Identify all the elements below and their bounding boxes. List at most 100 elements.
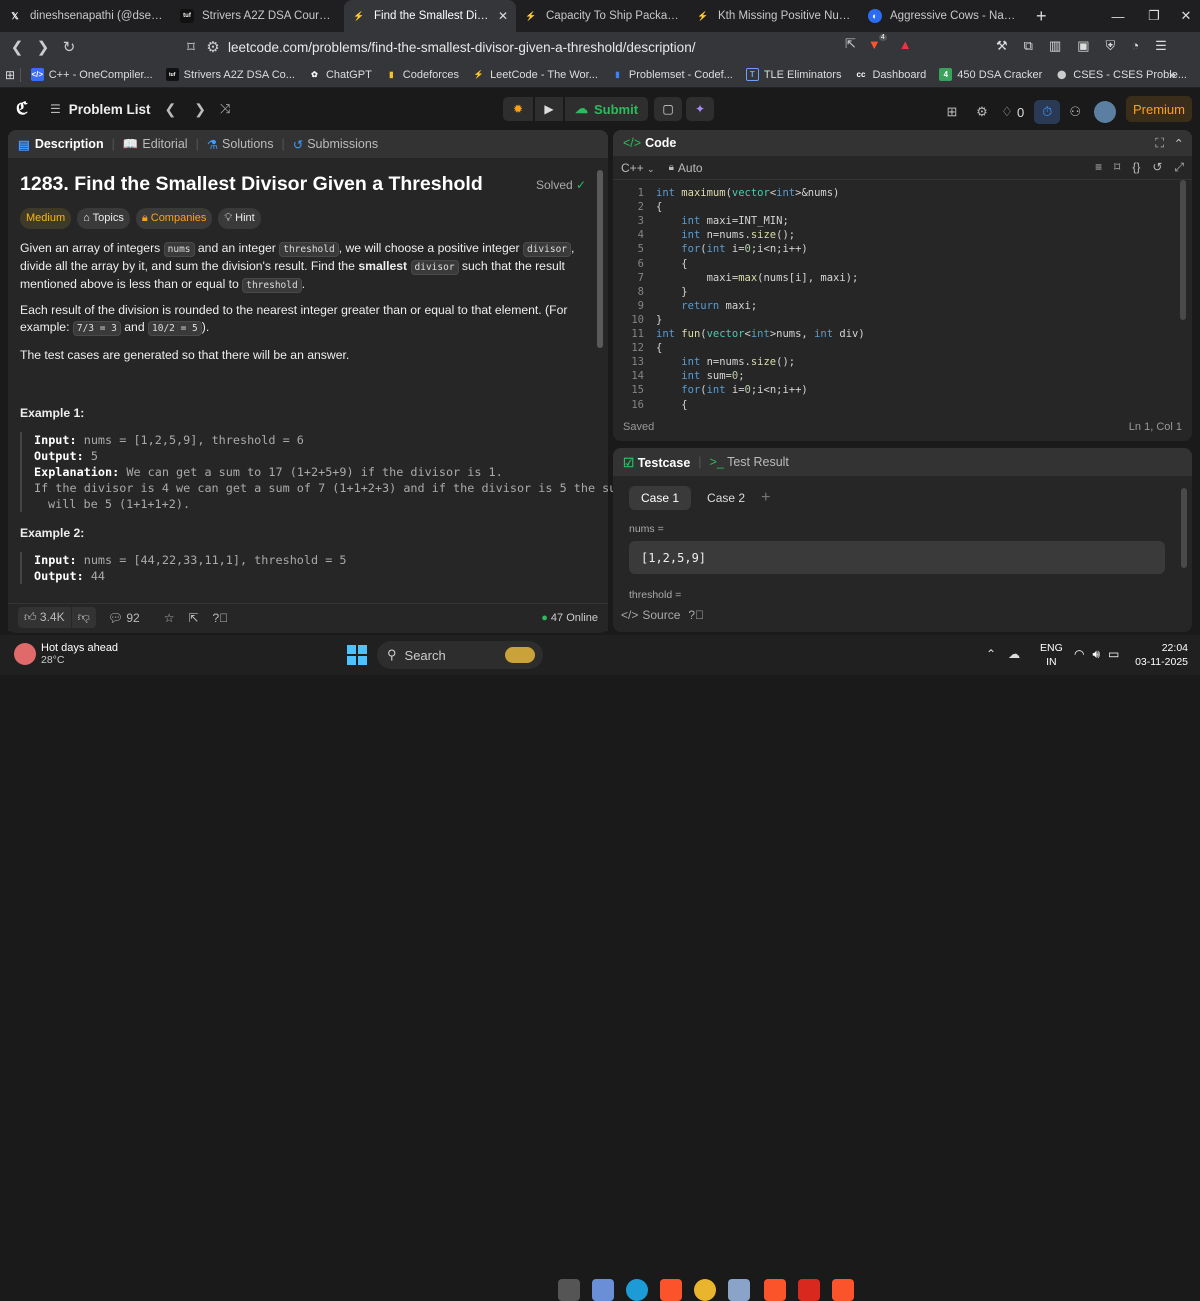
bookmark-7[interactable]: T TLE Eliminators	[745, 68, 841, 81]
case-1-tab[interactable]: Case 1	[629, 486, 692, 510]
next-problem-icon[interactable]: ❯	[194, 101, 206, 118]
code-line[interactable]: 8 }	[616, 285, 688, 299]
code-line[interactable]: 6 {	[616, 257, 688, 271]
language-select[interactable]: C++ ⌄	[621, 161, 655, 175]
minimize-icon[interactable]: —	[1100, 9, 1136, 24]
sidebar-icon[interactable]: ▥	[1049, 38, 1061, 54]
screenshot-icon[interactable]: ⧉	[1024, 38, 1033, 54]
browser-tab-4[interactable]: ⚡ Capacity To Ship Packages With	[516, 0, 688, 32]
dislike-button[interactable]: 👎︎	[71, 607, 96, 628]
weather-widget[interactable]: Hot days ahead 28°C	[14, 642, 118, 666]
back-icon[interactable]: ❮	[4, 38, 30, 56]
vpn-icon[interactable]: ⛨	[1106, 38, 1116, 54]
tab-editorial[interactable]: 📖 Editorial	[123, 137, 188, 152]
bookmark-6[interactable]: ▮ Problemset - Codef...	[611, 68, 733, 81]
leetcode-logo-icon[interactable]: ℭ	[16, 99, 28, 119]
code-line[interactable]: 10}	[616, 313, 662, 327]
timer-icon[interactable]: ⏱	[1034, 100, 1061, 124]
editor-scrollbar[interactable]	[1180, 180, 1186, 320]
browser-tab-6[interactable]: ◐ Aggressive Cows - Naukri Code	[860, 0, 1028, 32]
more-bookmarks-icon[interactable]: »	[1169, 67, 1176, 82]
code-line[interactable]: 15 for(int i=0;i<n;i++)	[616, 383, 807, 397]
bookmark-1[interactable]: </> C++ - OneCompiler...	[30, 68, 153, 81]
new-tab-button[interactable]: +	[1036, 6, 1047, 27]
share-icon[interactable]: ⇱	[188, 611, 198, 625]
leo-icon[interactable]: ◔	[1131, 38, 1139, 54]
like-button[interactable]: 👍︎ 3.4K	[18, 607, 71, 628]
forward-icon[interactable]: ❯	[30, 38, 56, 56]
debug-icon[interactable]: ✹	[503, 97, 533, 121]
bookmark-8[interactable]: cc Dashboard	[854, 68, 927, 81]
tab-submissions[interactable]: ↺ Submissions	[293, 137, 378, 152]
site-info-icon[interactable]: ⚙	[200, 38, 226, 56]
browser-tab-5[interactable]: ⚡ Kth Missing Positive Number - L	[688, 0, 860, 32]
reset-icon[interactable]: ↺	[1152, 160, 1162, 175]
reload-icon[interactable]: ↻	[56, 38, 82, 56]
extensions-icon[interactable]: ⚒	[996, 38, 1008, 54]
mode-label[interactable]: Auto	[678, 161, 703, 175]
volume-icon[interactable]: 🔊︎	[1092, 647, 1100, 662]
code-line[interactable]: 9 return maxi;	[616, 299, 758, 313]
add-case-icon[interactable]: +	[761, 489, 770, 507]
code-line[interactable]: 13 int n=nums.size();	[616, 355, 795, 369]
brave-icon[interactable]	[660, 1279, 682, 1301]
browser-tab-2[interactable]: tuf Strivers A2Z DSA Course/Sheet	[172, 0, 344, 32]
add-friend-icon[interactable]: ⚇	[1060, 104, 1090, 120]
topics-chip[interactable]: ⌂ Topics	[77, 208, 130, 229]
companies-chip[interactable]: 🔒︎ Companies	[135, 208, 213, 229]
layout-icon[interactable]: ⊞	[937, 104, 967, 120]
difficulty-badge[interactable]: Medium	[20, 208, 72, 229]
store-icon[interactable]	[592, 1279, 614, 1301]
description-scrollbar[interactable]	[597, 170, 603, 348]
format-icon[interactable]: ≡	[1095, 160, 1102, 175]
wallet-icon[interactable]: ▣	[1077, 38, 1089, 54]
code-line[interactable]: 4 int n=nums.size();	[616, 228, 795, 242]
maximize-icon[interactable]: ❐	[1136, 8, 1172, 24]
battery-icon[interactable]: ▭	[1108, 647, 1119, 662]
cloud-icon[interactable]: ☁	[1008, 647, 1020, 661]
tab-test-result[interactable]: >_ Test Result	[710, 455, 789, 469]
code-line[interactable]: 11 int fun(vector<int>nums, int div)	[616, 327, 864, 341]
code-line[interactable]: 7 maxi=max(nums[i], maxi);	[616, 271, 859, 285]
bookmark-9[interactable]: 4 450 DSA Cracker	[939, 68, 1042, 81]
edge-icon[interactable]	[626, 1279, 648, 1301]
source-link[interactable]: </> Source ?⃝	[621, 608, 704, 622]
ai-sparkle-icon[interactable]: ✦	[686, 97, 715, 121]
code-line[interactable]: 1 int maximum(vector<int>&nums)	[616, 186, 840, 200]
bookmark-4[interactable]: ▮ Codeforces	[385, 68, 459, 81]
close-window-icon[interactable]: ✕	[1172, 8, 1200, 24]
bookmark-3[interactable]: ✿ ChatGPT	[308, 68, 372, 81]
brave-active-icon[interactable]	[832, 1279, 854, 1301]
code-line[interactable]: 3 int maxi=INT_MIN;	[616, 214, 789, 228]
chevron-up-icon[interactable]: ⌃	[986, 647, 996, 661]
url-field[interactable]: leetcode.com/problems/find-the-smallest-…	[228, 32, 695, 62]
code-line[interactable]: 14 int sum=0;	[616, 369, 744, 383]
share-icon[interactable]: ⇱	[845, 36, 856, 52]
taskbar-search[interactable]: ⚲ Search	[377, 641, 543, 669]
settings-icon[interactable]: ⚙	[967, 104, 997, 120]
browser-tab-1[interactable]: 𝕏 dineshsenapathi (@dsenapathi4	[0, 0, 172, 32]
comments-button[interactable]: 💬︎ 92	[108, 611, 140, 625]
apps-icon[interactable]: ⊞	[0, 68, 20, 82]
shuffle-icon[interactable]: ⤨	[220, 101, 230, 117]
brave-rewards-icon[interactable]: ▲	[899, 37, 912, 52]
acrobat-icon[interactable]	[798, 1279, 820, 1301]
expand-icon[interactable]: ⤢	[1174, 160, 1184, 175]
streak-icon[interactable]: ♢	[997, 104, 1017, 120]
favorite-star-icon[interactable]: ☆	[164, 611, 175, 625]
run-icon[interactable]: ▶	[535, 97, 563, 121]
brave-icon[interactable]	[764, 1279, 786, 1301]
menu-icon[interactable]: ☰	[1155, 38, 1167, 54]
bookmark-5[interactable]: ⚡ LeetCode - The Wor...	[472, 68, 598, 81]
tab-description[interactable]: ▤ Description	[18, 137, 104, 152]
bookmark-2[interactable]: tuf Strivers A2Z DSA Co...	[165, 68, 295, 81]
braces-icon[interactable]: {}	[1132, 160, 1140, 175]
windows-start-icon[interactable]	[347, 645, 367, 665]
chrome-icon[interactable]	[694, 1279, 716, 1301]
bookmark-icon[interactable]: ⌑	[1114, 160, 1120, 175]
prev-problem-icon[interactable]: ❮	[164, 101, 176, 118]
clock[interactable]: 22:04 03-11-2025	[1134, 641, 1188, 669]
code-line[interactable]: 5 for(int i=0;i<n;i++)	[616, 242, 808, 256]
tab-testcase[interactable]: ☑ Testcase	[623, 455, 690, 470]
keyboard-app-icon[interactable]	[728, 1279, 750, 1301]
